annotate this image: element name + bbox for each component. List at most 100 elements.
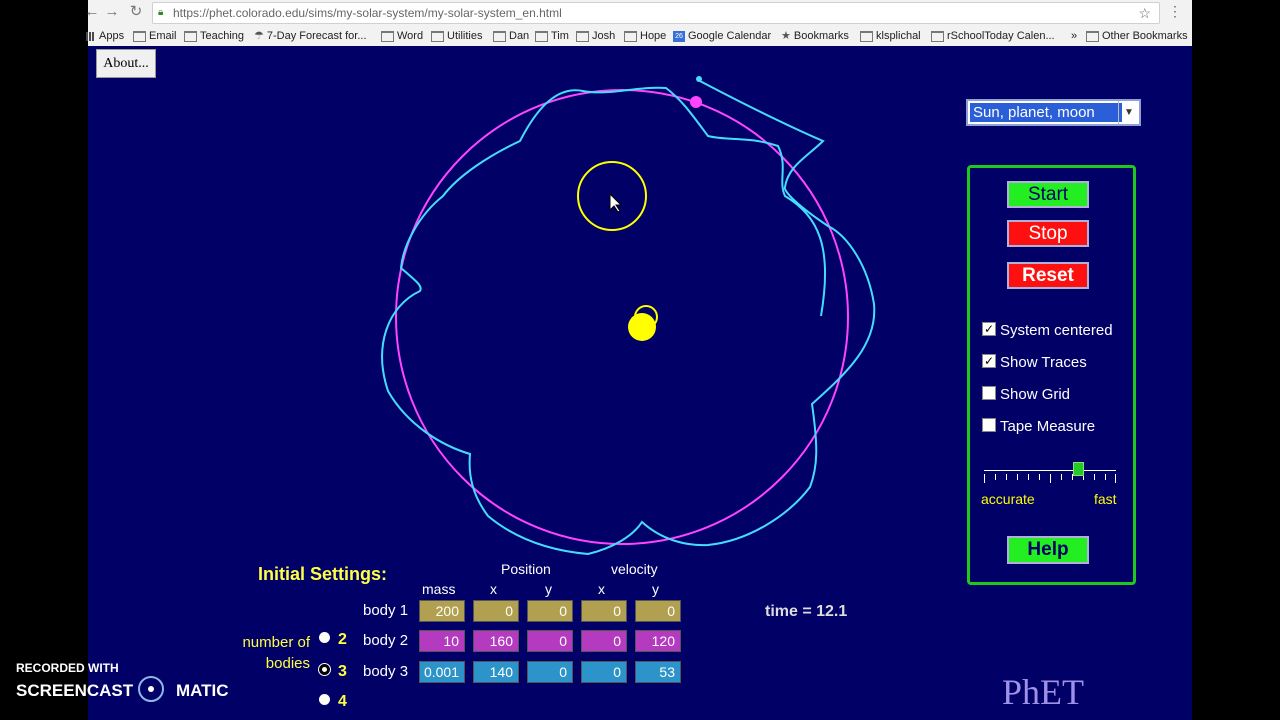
bookmark-forecast[interactable]: ☂ 7-Day Forecast for...	[254, 28, 367, 44]
address-bar[interactable]: 🔒︎ https://phet.colorado.edu/sims/my-sol…	[152, 2, 1160, 24]
body-2-vx-field[interactable]: 0	[581, 630, 627, 652]
body-3-label: body 3	[363, 663, 409, 680]
moon-orbit-trace	[381, 79, 876, 556]
bodies-option-4[interactable]: 4	[319, 692, 347, 712]
bookmark-email[interactable]: Email	[133, 28, 177, 44]
screencast-text: SCREENCAST	[16, 681, 134, 700]
browser-chrome: ← → ↻ 🔒︎ https://phet.colorado.edu/sims/…	[85, 0, 1192, 47]
slider-label-accurate: accurate	[981, 491, 1035, 507]
bookmarks-bar: Apps Email Teaching ☂ 7-Day Forecast for.…	[86, 27, 1192, 45]
show-traces-checkbox[interactable]: ✓ Show Traces	[982, 353, 1087, 373]
body-1-vy-field[interactable]: 0	[635, 600, 681, 622]
forward-icon[interactable]: →	[102, 3, 122, 21]
body-1-mass-field[interactable]: 200	[419, 600, 465, 622]
bookmark-bookmarks[interactable]: ★ Bookmarks	[781, 28, 849, 44]
bookmark-josh[interactable]: Josh	[576, 28, 615, 44]
bookmark-teaching[interactable]: Teaching	[184, 28, 244, 44]
column-header-position-x: x	[490, 581, 497, 597]
position-group-header: Position	[501, 561, 551, 577]
page-icon	[931, 30, 944, 42]
bodies-option-3[interactable]: 3	[319, 662, 347, 682]
bookmark-apps[interactable]: Apps	[86, 28, 124, 44]
radio-icon[interactable]	[319, 632, 330, 644]
body-2-y-field[interactable]: 0	[527, 630, 573, 652]
folder-icon	[493, 30, 506, 42]
body-3-mass-field[interactable]: 0.001	[419, 661, 465, 683]
stop-button[interactable]: Stop	[1007, 220, 1089, 247]
body-3-vx-field[interactable]: 0	[581, 661, 627, 683]
page-icon	[860, 30, 873, 42]
body-2-mass-field[interactable]: 10	[419, 630, 465, 652]
bookmark-google-calendar[interactable]: 26 Google Calendar	[673, 28, 771, 44]
phet-logo: PhET	[1002, 672, 1085, 712]
body-3-y-field[interactable]: 0	[527, 661, 573, 683]
slider-tick	[1105, 474, 1106, 480]
column-header-mass: mass	[422, 581, 456, 597]
folder-icon	[576, 30, 589, 42]
bookmark-klsplichal[interactable]: klsplichal	[860, 28, 921, 44]
body-2-x-field[interactable]: 160	[473, 630, 519, 652]
slider-tick	[1094, 474, 1095, 480]
body-2-vy-field[interactable]: 120	[635, 630, 681, 652]
menu-icon[interactable]: ⋮	[1168, 3, 1182, 20]
folder-icon	[133, 30, 146, 42]
reset-button[interactable]: Reset	[1007, 262, 1089, 289]
dropdown-arrow-icon[interactable]: ▼	[1118, 101, 1139, 124]
folder-icon	[184, 30, 197, 42]
start-button[interactable]: Start	[1007, 181, 1089, 208]
checkbox-checked-icon[interactable]: ✓	[982, 354, 996, 369]
url-text: https://phet.colorado.edu/sims/my-solar-…	[173, 6, 562, 20]
matic-text: MATIC	[176, 681, 229, 700]
mouse-cursor-icon	[609, 192, 623, 213]
radio-icon[interactable]	[319, 694, 330, 706]
slider-track[interactable]	[984, 470, 1116, 471]
simulation-area: About... Sun, planet, moon ▼ Start Stop …	[88, 46, 1192, 720]
folder-icon	[535, 30, 548, 42]
planet-orbit-trace	[395, 89, 849, 545]
speed-slider[interactable]: accurate fast	[981, 462, 1118, 507]
help-button[interactable]: Help	[1007, 536, 1089, 564]
slider-tick	[1039, 474, 1040, 480]
body-1-label: body 1	[363, 602, 409, 619]
checkbox-empty-icon[interactable]	[982, 418, 996, 433]
bookmark-utilities[interactable]: Utilities	[431, 28, 482, 44]
slider-thumb[interactable]	[1073, 462, 1084, 476]
star-icon: ★	[781, 30, 791, 42]
body-1-x-field[interactable]: 0	[473, 600, 519, 622]
slider-tick	[1061, 474, 1062, 480]
checkbox-empty-icon[interactable]	[982, 386, 996, 401]
bodies-option-2[interactable]: 2	[319, 630, 347, 650]
bookmark-word[interactable]: Word	[381, 28, 423, 44]
body-1-y-field[interactable]: 0	[527, 600, 573, 622]
back-icon[interactable]: ←	[82, 3, 102, 21]
system-centered-checkbox[interactable]: ✓ System centered	[982, 321, 1113, 341]
checkbox-checked-icon[interactable]: ✓	[982, 322, 996, 337]
body-3-x-field[interactable]: 140	[473, 661, 519, 683]
initial-settings-title: Initial Settings:	[258, 564, 388, 584]
slider-tick	[984, 474, 985, 483]
bookmark-dan[interactable]: Dan	[493, 28, 529, 44]
folder-icon	[431, 30, 444, 42]
moon-body[interactable]	[696, 76, 702, 82]
bookmark-tim[interactable]: Tim	[535, 28, 569, 44]
calendar-icon: 26	[673, 30, 685, 42]
show-grid-checkbox[interactable]: Show Grid	[982, 385, 1070, 405]
slider-tick	[1028, 474, 1029, 480]
body-3-vy-field[interactable]: 53	[635, 661, 681, 683]
bookmark-rschooltoday[interactable]: rSchoolToday Calen...	[931, 28, 1055, 44]
reload-icon[interactable]: ↻	[126, 3, 146, 21]
apps-icon	[86, 31, 95, 41]
bookmark-overflow-chevron[interactable]: »	[1071, 28, 1077, 44]
bookmark-star-icon[interactable]: ☆	[1138, 3, 1151, 23]
screencast-record-icon	[138, 676, 164, 702]
radio-selected-icon[interactable]	[319, 664, 330, 676]
body-1-vx-field[interactable]: 0	[581, 600, 627, 622]
folder-icon	[1086, 30, 1099, 42]
slider-tick	[995, 474, 996, 480]
folder-icon	[381, 30, 394, 42]
preset-select[interactable]: Sun, planet, moon ▼	[966, 99, 1141, 126]
bookmark-other[interactable]: Other Bookmarks	[1086, 28, 1188, 44]
tape-measure-checkbox[interactable]: Tape Measure	[982, 417, 1095, 437]
planet-body[interactable]	[690, 96, 702, 108]
bookmark-hope[interactable]: Hope	[624, 28, 666, 44]
